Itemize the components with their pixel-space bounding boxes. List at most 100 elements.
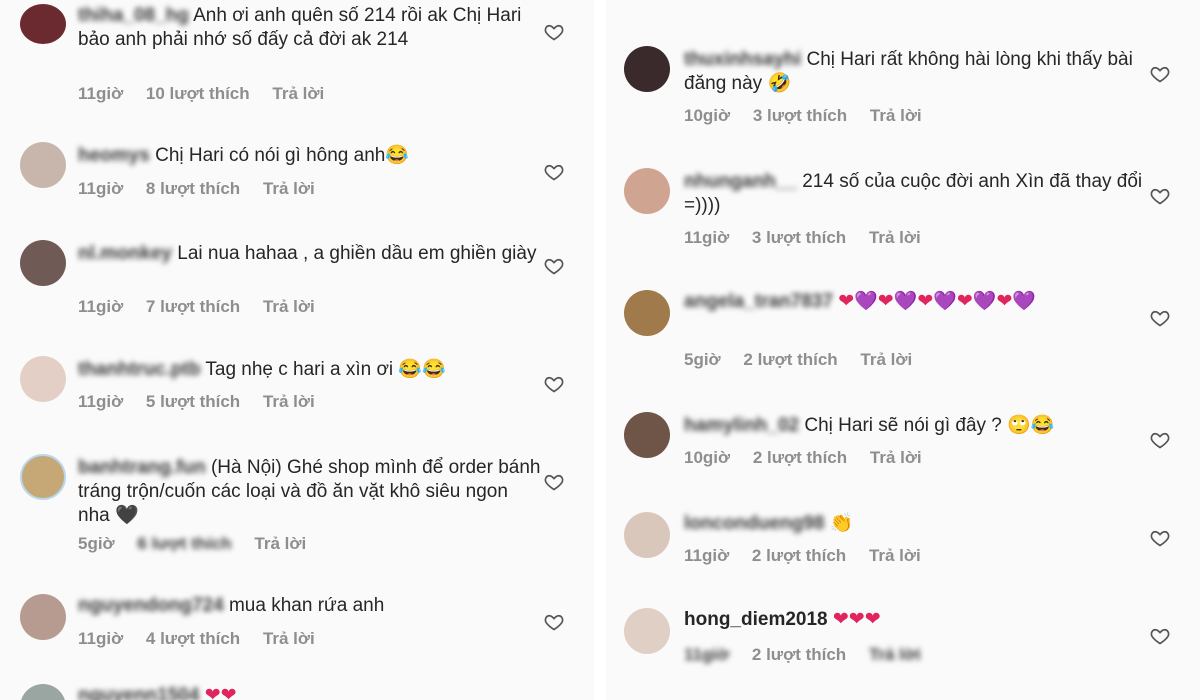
reply-button[interactable]: Trả lời (870, 448, 922, 467)
avatar[interactable] (20, 454, 66, 500)
comment-text: nl.monkey Lai nua hahaa , a ghiền dầu em… (78, 242, 544, 266)
comment-meta: 10giờ 3 lượt thích Trả lời (684, 106, 940, 126)
comment-likes[interactable]: 2 lượt thích (753, 448, 847, 467)
comment-meta: 11giờ 2 lượt thích Trả lời (684, 546, 939, 566)
comment-time: 11giờ (684, 645, 730, 664)
reply-button[interactable]: Trả lời (272, 84, 324, 103)
avatar[interactable] (20, 356, 66, 402)
comment-likes[interactable]: 2 lượt thích (743, 350, 837, 369)
comment-text: thiha_08_hg Anh ơi anh quên số 214 rồi a… (78, 4, 544, 52)
comment-text: thanhtruc.ptb Tag nhẹ c hari a xìn ơi 😂😂 (78, 358, 544, 382)
comment-text: nguyenn1504 ❤❤ (78, 684, 544, 700)
comment-username[interactable]: heomys (78, 145, 150, 166)
heart-outline-icon[interactable] (544, 162, 564, 182)
avatar[interactable] (20, 684, 66, 700)
heart-outline-icon[interactable] (1150, 626, 1170, 646)
comment-text: nhunganh__ 214 số của cuộc đời anh Xìn đ… (684, 170, 1150, 218)
heart-outline-icon[interactable] (544, 612, 564, 632)
comment-likes[interactable]: 8 lượt thích (146, 179, 240, 198)
avatar[interactable] (20, 240, 66, 286)
comment-body: ❤❤❤ (832, 609, 881, 630)
reply-button[interactable]: Trả lời (870, 106, 922, 125)
comment-likes[interactable]: 4 lượt thích (146, 629, 240, 648)
avatar[interactable] (20, 4, 66, 44)
comment-time: 10giờ (684, 106, 731, 125)
comment-username[interactable]: thanhtruc.ptb (78, 359, 200, 380)
comment-body: Chị Hari có nói gì hông anh😂 (155, 145, 410, 166)
comment-meta: 11giờ 8 lượt thích Trả lời (78, 179, 333, 199)
heart-outline-icon[interactable] (1150, 308, 1170, 328)
comment-likes[interactable]: 3 lượt thích (752, 228, 846, 247)
comment-meta: 10giờ 2 lượt thích Trả lời (684, 448, 940, 468)
comment-meta: 5giờ 6 lượt thích Trả lời (78, 534, 324, 554)
comment-username[interactable]: thuxinhsayhi (684, 49, 801, 70)
heart-outline-icon[interactable] (544, 256, 564, 276)
comment-likes[interactable]: 5 lượt thích (146, 392, 240, 411)
comment-text: thuxinhsayhi Chị Hari rất không hài lòng… (684, 48, 1150, 96)
reply-button[interactable]: Trả lời (869, 645, 921, 664)
comment-username[interactable]: nguyendong724 (78, 595, 224, 616)
heart-outline-icon[interactable] (1150, 528, 1170, 548)
comment-meta: 5giờ 2 lượt thích Trả lời (684, 350, 930, 370)
comment-meta: 11giờ 4 lượt thích Trả lời (78, 629, 333, 649)
avatar[interactable] (624, 290, 670, 336)
comment-time: 11giờ (78, 84, 124, 103)
comment-time: 11giờ (78, 297, 124, 316)
reply-button[interactable]: Trả lời (869, 228, 921, 247)
avatar[interactable] (624, 512, 670, 558)
comment-likes[interactable]: 6 lượt thích (137, 534, 231, 553)
comment-text: loncondueng98 👏 (684, 512, 1150, 536)
comment-likes[interactable]: 10 lượt thích (146, 84, 250, 103)
heart-outline-icon[interactable] (544, 472, 564, 492)
comment-likes[interactable]: 7 lượt thích (146, 297, 240, 316)
reply-button[interactable]: Trả lời (263, 629, 315, 648)
reply-button[interactable]: Trả lời (263, 179, 315, 198)
comment-username[interactable]: nl.monkey (78, 243, 172, 264)
comment-body: Lai nua hahaa , a ghiền dầu em ghiền già… (177, 243, 537, 264)
comment-body: Tag nhẹ c hari a xìn ơi 😂😂 (205, 359, 446, 380)
comment-username[interactable]: nhunganh__ (684, 171, 797, 192)
heart-outline-icon[interactable] (1150, 64, 1170, 84)
avatar[interactable] (624, 168, 670, 214)
avatar[interactable] (624, 412, 670, 458)
comment-likes[interactable]: 2 lượt thích (752, 546, 846, 565)
heart-outline-icon[interactable] (1150, 186, 1170, 206)
comment-meta: 11giờ 3 lượt thích Trả lời (684, 228, 939, 248)
comment-body: ❤💜❤💜❤💜❤💜❤💜 (838, 291, 1037, 312)
reply-button[interactable]: Trả lời (869, 546, 921, 565)
reply-button[interactable]: Trả lời (254, 534, 306, 553)
comment-username[interactable]: loncondueng98 (684, 513, 824, 534)
comment-text: nguyendong724 mua khan rứa anh (78, 594, 544, 618)
comment-username[interactable]: hong_diem2018 (684, 609, 828, 630)
comment-meta: 11giờ 2 lượt thích Trả lời (684, 645, 939, 665)
avatar[interactable] (624, 608, 670, 654)
comment-body: mua khan rứa anh (228, 595, 385, 616)
comment-time: 5giờ (684, 350, 721, 369)
comment-time: 11giờ (78, 179, 124, 198)
comment-body: 👏 (829, 513, 854, 534)
right-comment-panel: thuxinhsayhi Chị Hari rất không hài lòng… (606, 0, 1200, 700)
comment-username[interactable]: thiha_08_hg (78, 5, 189, 26)
heart-outline-icon[interactable] (544, 22, 564, 42)
comment-body: Chị Hari sẽ nói gì đây ? 🙄😂 (804, 415, 1055, 436)
comment-likes[interactable]: 2 lượt thích (752, 645, 846, 664)
avatar[interactable] (20, 142, 66, 188)
comment-meta: 11giờ 5 lượt thích Trả lời (78, 392, 333, 412)
reply-button[interactable]: Trả lời (263, 297, 315, 316)
avatar[interactable] (20, 594, 66, 640)
heart-outline-icon[interactable] (1150, 430, 1170, 450)
comment-body: ❤❤ (204, 685, 237, 700)
reply-button[interactable]: Trả lời (860, 350, 912, 369)
avatar[interactable] (624, 46, 670, 92)
comment-username[interactable]: angela_tran7837 (684, 291, 833, 312)
comment-time: 11giờ (78, 629, 124, 648)
comment-username[interactable]: banhtrang.fun (78, 457, 206, 478)
comment-username[interactable]: hamylinh_02 (684, 415, 799, 436)
comment-meta: 11giờ 7 lượt thích Trả lời (78, 297, 333, 317)
comment-time: 11giờ (684, 228, 730, 247)
heart-outline-icon[interactable] (544, 374, 564, 394)
comment-likes[interactable]: 3 lượt thích (753, 106, 847, 125)
left-comment-panel: thiha_08_hg Anh ơi anh quên số 214 rồi a… (0, 0, 594, 700)
reply-button[interactable]: Trả lời (263, 392, 315, 411)
comment-username[interactable]: nguyenn1504 (78, 685, 199, 700)
